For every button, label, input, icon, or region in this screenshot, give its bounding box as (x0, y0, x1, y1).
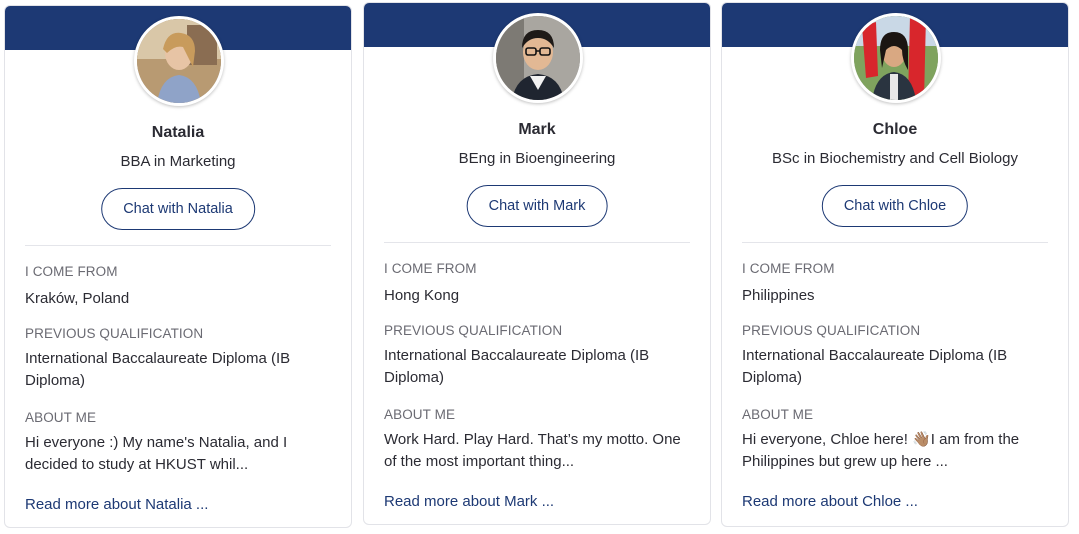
chat-button[interactable]: Chat with Chloe (821, 185, 969, 227)
student-card-natalia: Natalia BBA in Marketing Chat with Natal… (4, 5, 352, 528)
divider (742, 242, 1048, 243)
from-label: I COME FROM (384, 261, 477, 276)
read-more-link[interactable]: Read more about Natalia ... (25, 496, 331, 513)
chat-button[interactable]: Chat with Natalia (101, 188, 255, 230)
student-degree: BEng in Bioengineering (458, 150, 616, 167)
avatar (493, 13, 583, 103)
student-degree: BSc in Biochemistry and Cell Biology (772, 150, 1018, 167)
read-more-link[interactable]: Read more about Mark ... (384, 493, 690, 510)
read-more-link[interactable]: Read more about Chloe ... (742, 493, 1048, 510)
qualification-value: International Baccalaureate Diploma (IB … (384, 347, 650, 386)
chat-button[interactable]: Chat with Mark (466, 185, 608, 227)
divider (25, 245, 331, 246)
student-card-mark: Mark BEng in Bioengineering Chat with Ma… (363, 2, 711, 525)
student-degree: BBA in Marketing (120, 153, 236, 170)
student-name: Chloe (872, 121, 918, 138)
qualification-label: PREVIOUS QUALIFICATION (742, 323, 921, 338)
from-label: I COME FROM (25, 264, 118, 279)
about-label: ABOUT ME (742, 407, 814, 422)
student-name: Mark (518, 121, 556, 138)
from-value: Kraków, Poland (25, 290, 130, 307)
from-value: Hong Kong (384, 287, 460, 304)
avatar-photo (137, 19, 221, 103)
qualification-value: International Baccalaureate Diploma (IB … (742, 347, 1008, 386)
about-value: Work Hard. Play Hard. That’s my motto. O… (384, 431, 681, 470)
avatar-photo (854, 16, 938, 100)
about-label: ABOUT ME (25, 410, 97, 425)
about-value: Hi everyone, Chloe here! 👋🏽I am from the… (742, 431, 1020, 470)
qualification-label: PREVIOUS QUALIFICATION (25, 326, 204, 341)
student-name: Natalia (151, 124, 205, 141)
from-label: I COME FROM (742, 261, 835, 276)
avatar-photo (496, 16, 580, 100)
from-value: Philippines (742, 287, 815, 304)
avatar (851, 13, 941, 103)
divider (384, 242, 690, 243)
qualification-value: International Baccalaureate Diploma (IB … (25, 350, 291, 389)
about-value: Hi everyone :) My name's Natalia, and I … (25, 434, 288, 473)
avatar (134, 16, 224, 106)
about-label: ABOUT ME (384, 407, 456, 422)
qualification-label: PREVIOUS QUALIFICATION (384, 323, 563, 338)
student-card-chloe: Chloe BSc in Biochemistry and Cell Biolo… (721, 2, 1069, 527)
